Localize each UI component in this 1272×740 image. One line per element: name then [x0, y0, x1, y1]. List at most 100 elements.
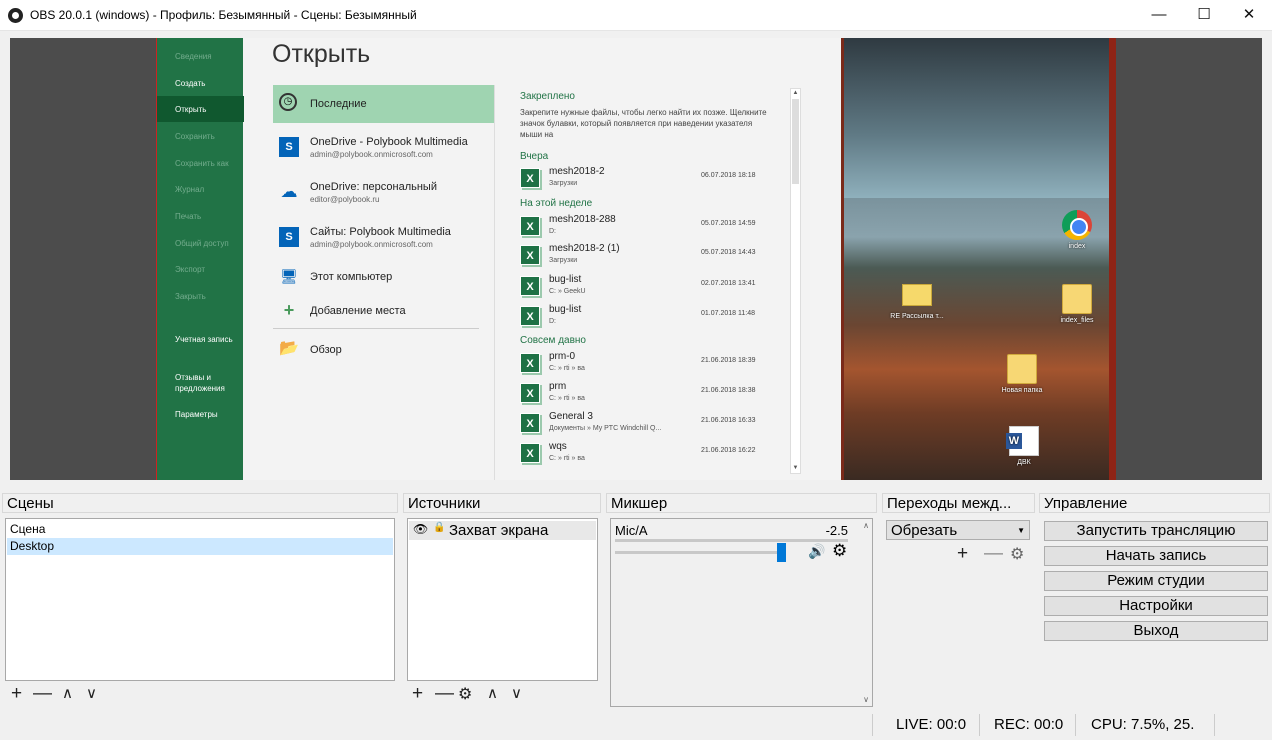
rec-status: REC: 00:0 [994, 716, 1064, 733]
volume-slider-track[interactable] [615, 551, 785, 554]
file-item: X bug-list D: 01.07.2018 11:48 [520, 303, 790, 333]
wallpaper-frame [1109, 38, 1116, 480]
remove-transition-button[interactable]: — [984, 543, 1003, 565]
source-item[interactable]: 👁 🔒 Захват экрана [409, 521, 596, 540]
sources-list[interactable]: 👁 🔒 Захват экрана [407, 518, 598, 681]
scenes-list[interactable]: Сцена Desktop [5, 518, 395, 681]
scroll-down-icon[interactable]: ∨ [863, 695, 869, 704]
divider [979, 714, 980, 736]
transitions-title: Переходы межд... [882, 493, 1035, 513]
close-button[interactable]: ✕ [1226, 0, 1272, 31]
move-scene-down-button[interactable]: ∨ [86, 684, 97, 702]
move-scene-up-button[interactable]: ∧ [62, 684, 73, 702]
file-list-scrollbar: ▲ ▼ [790, 88, 801, 474]
mixer-channel-name: Mic/A [615, 523, 648, 538]
sidebar-item: Открыть [175, 105, 207, 114]
sharepoint-icon: S [279, 227, 299, 247]
controls-title: Управление [1039, 493, 1270, 513]
exit-button[interactable]: Выход [1044, 621, 1268, 641]
eye-icon[interactable]: 👁 [413, 522, 428, 536]
speaker-icon[interactable]: 🔊 [808, 543, 825, 560]
clock-icon: ◷ [279, 93, 297, 111]
excel-sidebar: Сведения Создать Открыть Сохранить Сохра… [156, 38, 244, 480]
chevron-down-icon: ▼ [1017, 526, 1025, 535]
sidebar-item: Закрыть [175, 292, 206, 301]
desktop-icon-new-folder: Новая папка [994, 354, 1050, 394]
mixer-title: Микшер [606, 493, 877, 513]
sidebar-item: Общий доступ [175, 239, 229, 248]
minimize-button[interactable]: — [1136, 0, 1182, 31]
group-heading: Совсем давно [520, 335, 586, 346]
window-title: OBS 20.0.1 (windows) - Профиль: Безымянн… [30, 8, 417, 22]
scenes-title: Сцены [2, 493, 398, 513]
sidebar-item: Учетная запись [175, 335, 233, 344]
file-item: X mesh2018-288 D: 05.07.2018 14:59 [520, 213, 790, 243]
mixer-area: Mic/A -2.5 🔊 ⚙ ∧ ∨ [610, 518, 873, 707]
folder-open-icon: 📂 [279, 340, 299, 357]
sidebar-item: Экспорт [175, 265, 206, 274]
title-bar: OBS 20.0.1 (windows) - Профиль: Безымянн… [0, 0, 1272, 31]
live-status: LIVE: 00:0 [896, 716, 967, 733]
sharepoint-icon: S [279, 137, 299, 157]
preview-canvas[interactable]: Сведения Создать Открыть Сохранить Сохра… [10, 38, 1262, 480]
obs-logo-icon [8, 8, 23, 23]
location-sites: S Сайты: Polybook Multimedia admin@polyb… [273, 219, 495, 257]
desktop-icon-dvk: ДВК [996, 426, 1052, 466]
cpu-status: CPU: 7.5%, 25. [1091, 716, 1195, 733]
add-source-button[interactable]: + [412, 683, 423, 705]
folder-icon [1062, 284, 1092, 314]
source-settings-button[interactable]: ⚙ [458, 684, 472, 704]
file-item: X prm C: » rti » ва 21.06.2018 18:38 [520, 380, 790, 410]
group-heading: Закреплено [520, 91, 575, 102]
excel-file-icon: X [520, 276, 540, 296]
transition-settings-button[interactable]: ⚙ [1010, 544, 1024, 564]
move-source-down-button[interactable]: ∨ [511, 684, 522, 702]
sidebar-item: Создать [175, 79, 206, 88]
desktop-icon-index-files: index_files [1049, 284, 1105, 324]
maximize-button[interactable]: ☐ [1181, 0, 1227, 31]
scroll-up-icon[interactable]: ∧ [863, 521, 869, 530]
excel-file-icon: X [520, 383, 540, 403]
sidebar-item: Отзывы и предложения [175, 373, 225, 393]
file-item: X mesh2018-2 (1) Загрузки 05.07.2018 14:… [520, 242, 790, 272]
excel-file-icon: X [520, 306, 540, 326]
add-transition-button[interactable]: + [957, 543, 968, 565]
divider [494, 85, 495, 480]
scene-item[interactable]: Сцена [7, 521, 393, 538]
sidebar-item: Журнал [175, 185, 205, 194]
start-streaming-button[interactable]: Запустить трансляцию [1044, 521, 1268, 541]
move-source-up-button[interactable]: ∧ [487, 684, 498, 702]
studio-mode-button[interactable]: Режим студии [1044, 571, 1268, 591]
divider [1075, 714, 1076, 736]
word-doc-icon [1006, 426, 1039, 456]
desktop-wallpaper [841, 38, 1116, 198]
divider [1214, 714, 1215, 736]
transition-select[interactable]: Обрезать ▼ [886, 520, 1030, 540]
mixer-settings-button[interactable]: ⚙ [832, 541, 847, 561]
sources-title: Источники [403, 493, 601, 513]
scroll-thumb [792, 99, 799, 184]
file-item: X General 3 Документы » My PTC Windchill… [520, 410, 790, 440]
remove-source-button[interactable]: — [435, 683, 454, 705]
sidebar-item: Печать [175, 212, 202, 221]
start-recording-button[interactable]: Начать запись [1044, 546, 1268, 566]
excel-file-icon: X [520, 168, 540, 188]
add-scene-button[interactable]: + [11, 683, 22, 705]
volume-slider-thumb[interactable] [777, 543, 787, 562]
divider [273, 328, 479, 329]
plus-icon: + [283, 300, 295, 320]
file-item: X prm-0 C: » rti » ва 21.06.2018 18:39 [520, 350, 790, 380]
location-onedrive-personal: ☁ OneDrive: персональный editor@polybook… [280, 181, 437, 204]
mixer-level: -2.5 [825, 523, 848, 538]
lock-icon[interactable]: 🔒 [433, 522, 445, 533]
envelope-icon [902, 284, 932, 306]
scene-item[interactable]: Desktop [7, 538, 393, 555]
pinned-note: Закрепите нужные файлы, чтобы легко найт… [520, 108, 767, 139]
remove-scene-button[interactable]: — [33, 683, 52, 705]
excel-file-icon: X [520, 443, 540, 463]
file-item: X wqs C: » rti » ва 21.06.2018 16:22 [520, 440, 790, 470]
scroll-down-icon: ▼ [792, 465, 799, 471]
excel-capture: Сведения Создать Открыть Сохранить Сохра… [156, 38, 841, 480]
wallpaper-frame [841, 38, 844, 480]
settings-button[interactable]: Настройки [1044, 596, 1268, 616]
